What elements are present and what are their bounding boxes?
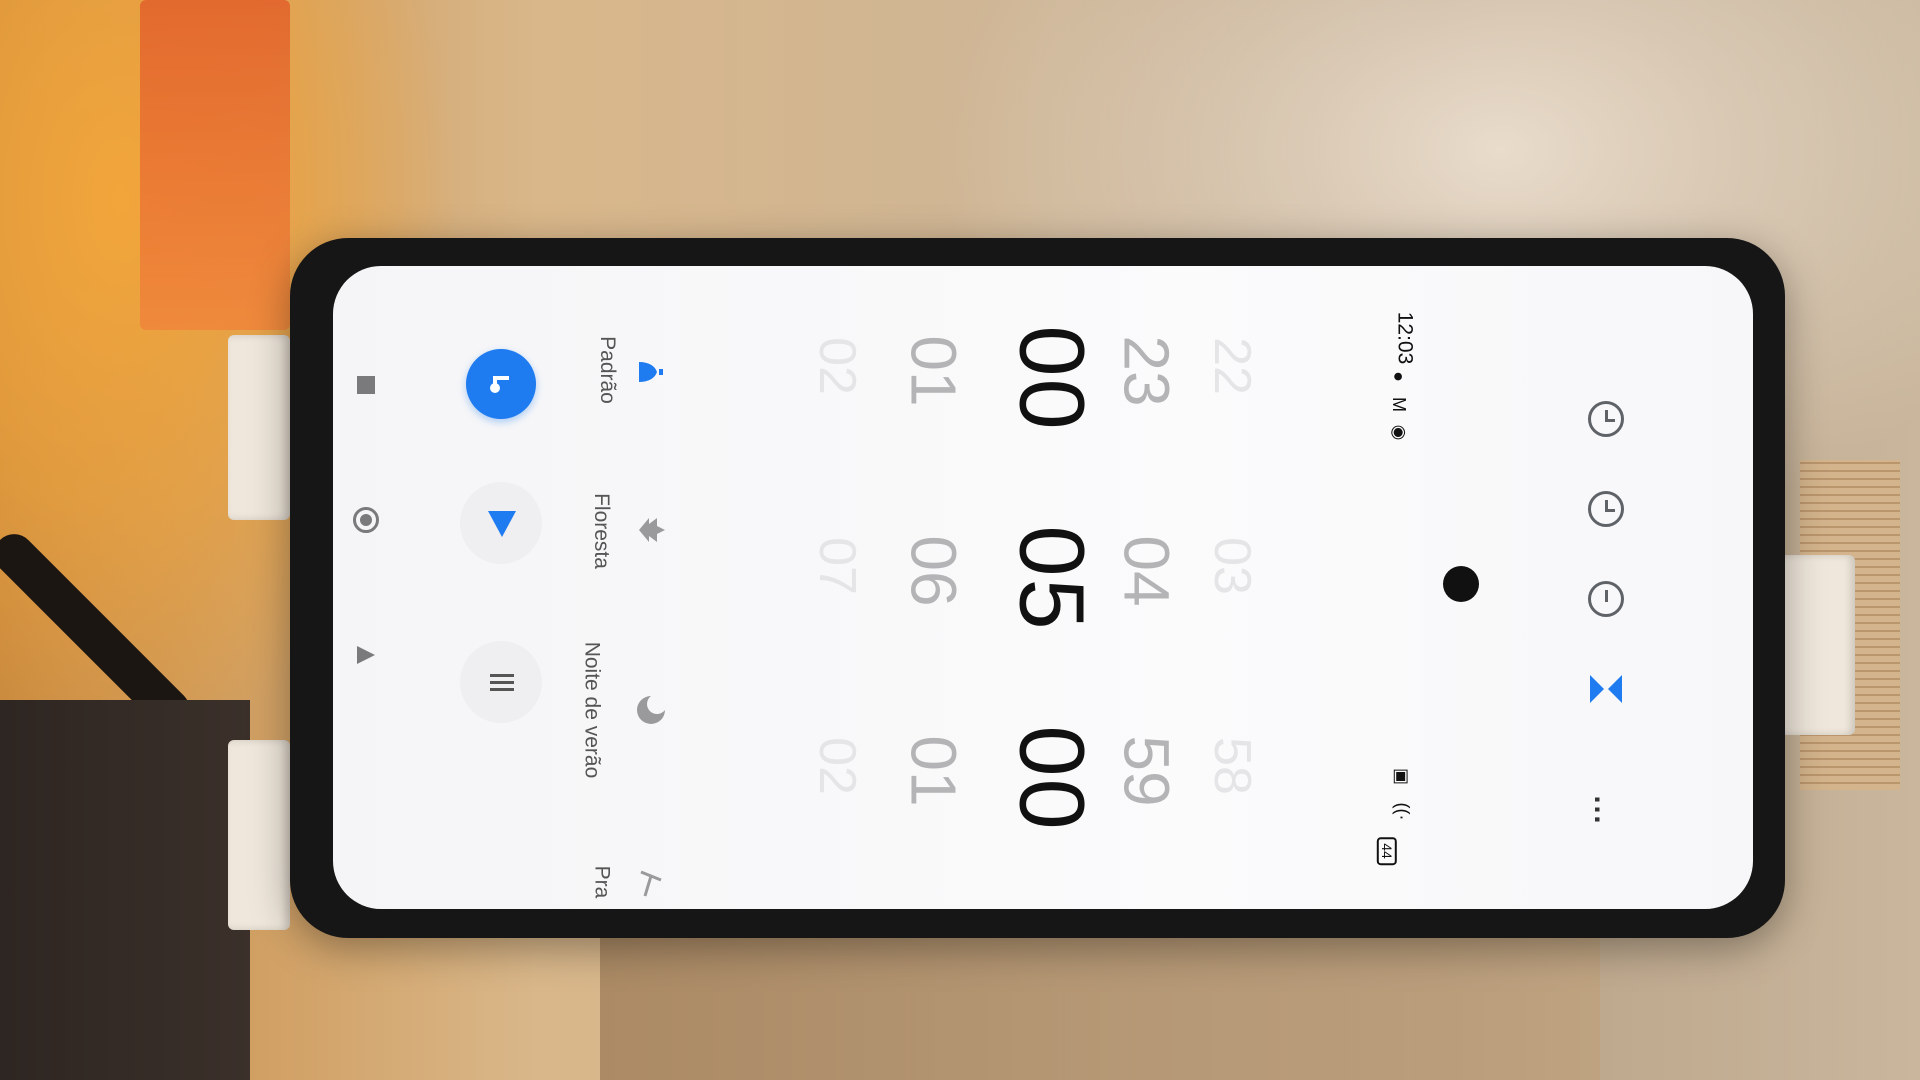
status-notification-icon: ● xyxy=(1388,371,1409,382)
hours-prev[interactable]: 23 xyxy=(1110,335,1184,406)
seconds-far-prev: 58 xyxy=(1202,737,1261,795)
reset-button[interactable] xyxy=(460,641,542,723)
minutes-current[interactable]: 05 xyxy=(999,525,1104,631)
alarm-icon[interactable] xyxy=(1588,401,1624,437)
hourglass-icon[interactable] xyxy=(1588,671,1624,707)
minutes-prev[interactable]: 04 xyxy=(1110,535,1184,606)
bell-icon[interactable] xyxy=(635,356,667,388)
square-icon[interactable] xyxy=(357,376,375,394)
start-button[interactable] xyxy=(460,482,542,564)
mail-icon: M xyxy=(1389,397,1409,412)
preset-label[interactable]: Noite de verão xyxy=(579,642,603,779)
phone-holder-clamp xyxy=(228,335,290,520)
hours-current[interactable]: 00 xyxy=(999,325,1104,431)
background-cable xyxy=(0,525,198,738)
moon-icon[interactable] xyxy=(635,694,667,726)
background-box xyxy=(140,0,290,330)
seconds-next[interactable]: 01 xyxy=(897,735,971,806)
minutes-next[interactable]: 06 xyxy=(897,535,971,606)
preset-label[interactable]: Padrão xyxy=(595,336,619,404)
play-icon xyxy=(488,511,516,537)
seconds-current[interactable]: 00 xyxy=(999,725,1104,831)
hours-far-prev: 22 xyxy=(1202,337,1261,395)
background-block xyxy=(0,700,250,1080)
phone-holder-clamp xyxy=(1780,555,1855,735)
triangle-icon[interactable] xyxy=(355,644,377,666)
wifi-icon: ((· xyxy=(1392,802,1413,821)
minutes-far-prev: 03 xyxy=(1202,537,1261,595)
phone-holder-clamp xyxy=(228,740,290,930)
seconds-prev[interactable]: 59 xyxy=(1110,735,1184,806)
status-time: 12:03 xyxy=(1393,311,1417,365)
sound-button[interactable] xyxy=(466,349,536,419)
preset-label[interactable]: Pra xyxy=(589,866,613,899)
battery-icon: 44 xyxy=(1376,837,1397,865)
music-note-icon xyxy=(490,376,509,393)
front-camera xyxy=(1443,566,1479,602)
hours-next[interactable]: 01 xyxy=(897,335,971,406)
more-vertical-icon[interactable]: ⋯ xyxy=(1580,795,1615,823)
phone-screen: 12:03 ● M ◉ ▣ ((· 44 ⋯ 22 23 00 01 02 03… xyxy=(333,266,1753,909)
hours-far-next: 02 xyxy=(807,337,866,395)
notification-icon: ◉ xyxy=(1389,424,1410,441)
seconds-far-next: 02 xyxy=(807,737,866,795)
clock-icon[interactable] xyxy=(1588,491,1624,527)
circle-icon[interactable] xyxy=(353,507,379,533)
background-sticker xyxy=(1800,460,1900,790)
no-sim-icon: ▣ xyxy=(1392,767,1413,786)
background-shelf xyxy=(600,930,1600,1080)
pause-bars-icon xyxy=(490,674,514,691)
minutes-far-next: 07 xyxy=(807,537,866,595)
beach-icon[interactable] xyxy=(635,868,667,900)
stopwatch-icon[interactable] xyxy=(1588,581,1624,617)
tree-icon[interactable] xyxy=(635,514,667,546)
preset-label[interactable]: Floresta xyxy=(589,493,613,569)
